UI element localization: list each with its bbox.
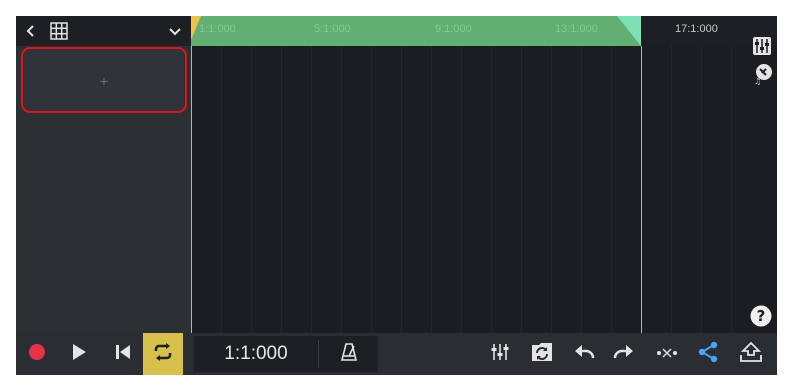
grid-line: [671, 46, 672, 333]
loop-end-line: [641, 46, 642, 333]
undo-icon: [573, 343, 595, 366]
redo-button[interactable]: [607, 333, 641, 375]
grid-line: [611, 46, 612, 333]
record-button[interactable]: [18, 333, 56, 375]
time-display[interactable]: 1:1:000: [194, 336, 378, 372]
grid-line: [221, 46, 222, 333]
share-icon: [697, 341, 719, 368]
grid-line: [431, 46, 432, 333]
grid-line: [251, 46, 252, 333]
loop-button[interactable]: [143, 333, 183, 375]
export-icon: [739, 341, 763, 368]
playhead[interactable]: [191, 46, 192, 333]
grid-line: [581, 46, 582, 333]
grid-line: [341, 46, 342, 333]
grid-line: [551, 46, 552, 333]
timeline[interactable]: 1:1:000 5:1:000 9:1:000 13:1:000 17:1:00…: [191, 16, 777, 333]
sync-icon: [530, 341, 554, 368]
metronome-button[interactable]: [319, 336, 378, 372]
grid-line: [311, 46, 312, 333]
play-icon: [71, 343, 87, 366]
metronome-icon: [340, 342, 358, 366]
add-track-plus: +: [99, 73, 109, 89]
record-icon: [28, 343, 46, 366]
ruler-label: 17:1:000: [675, 23, 718, 35]
loop-icon: [152, 342, 174, 367]
ruler-label: 9:1:000: [435, 23, 472, 35]
sync-button[interactable]: [524, 333, 560, 375]
instrument-icon[interactable]: ♫: [753, 63, 773, 86]
mixer-button[interactable]: [482, 333, 518, 375]
grid-line: [521, 46, 522, 333]
loop-end-marker[interactable]: [617, 16, 641, 46]
time-position: 1:1:000: [224, 343, 288, 364]
share-button[interactable]: [690, 333, 726, 375]
grid-line: [731, 46, 732, 333]
grid-line: [371, 46, 372, 333]
chevron-down-icon[interactable]: [168, 25, 182, 37]
grid-line: [461, 46, 462, 333]
add-track-button[interactable]: +: [24, 50, 184, 112]
ruler-label: 5:1:000: [314, 23, 351, 35]
export-button[interactable]: [732, 333, 770, 375]
undo-button[interactable]: [567, 333, 601, 375]
play-button[interactable]: [60, 333, 98, 375]
help-icon[interactable]: ?: [750, 305, 772, 327]
track-panel: +: [16, 16, 191, 333]
app-window: + 1:1:000 5:1:000 9:1:000 13:1:000 17:1:…: [16, 16, 777, 375]
ruler-label: 1:1:000: [199, 23, 236, 35]
svg-text:♫: ♫: [754, 77, 761, 85]
rewind-button[interactable]: [104, 333, 142, 375]
transport-toolbar: 1:1:000: [16, 333, 777, 375]
grid-icon[interactable]: [49, 21, 69, 41]
svg-text:?: ?: [757, 307, 766, 325]
mixer-icon: [490, 343, 510, 366]
timeline-ruler[interactable]: 1:1:000 5:1:000 9:1:000 13:1:000 17:1:00…: [191, 16, 777, 46]
grid-line: [401, 46, 402, 333]
grid-line: [701, 46, 702, 333]
mixer-icon[interactable]: [752, 36, 772, 56]
skip-to-start-icon: [115, 343, 131, 366]
more-icon: [656, 345, 678, 363]
grid-line: [491, 46, 492, 333]
track-panel-header: [16, 16, 191, 46]
ruler-label: 13:1:000: [555, 23, 598, 35]
redo-icon: [613, 343, 635, 366]
more-button[interactable]: [649, 333, 685, 375]
grid-line: [281, 46, 282, 333]
chevron-left-icon[interactable]: [24, 22, 38, 40]
